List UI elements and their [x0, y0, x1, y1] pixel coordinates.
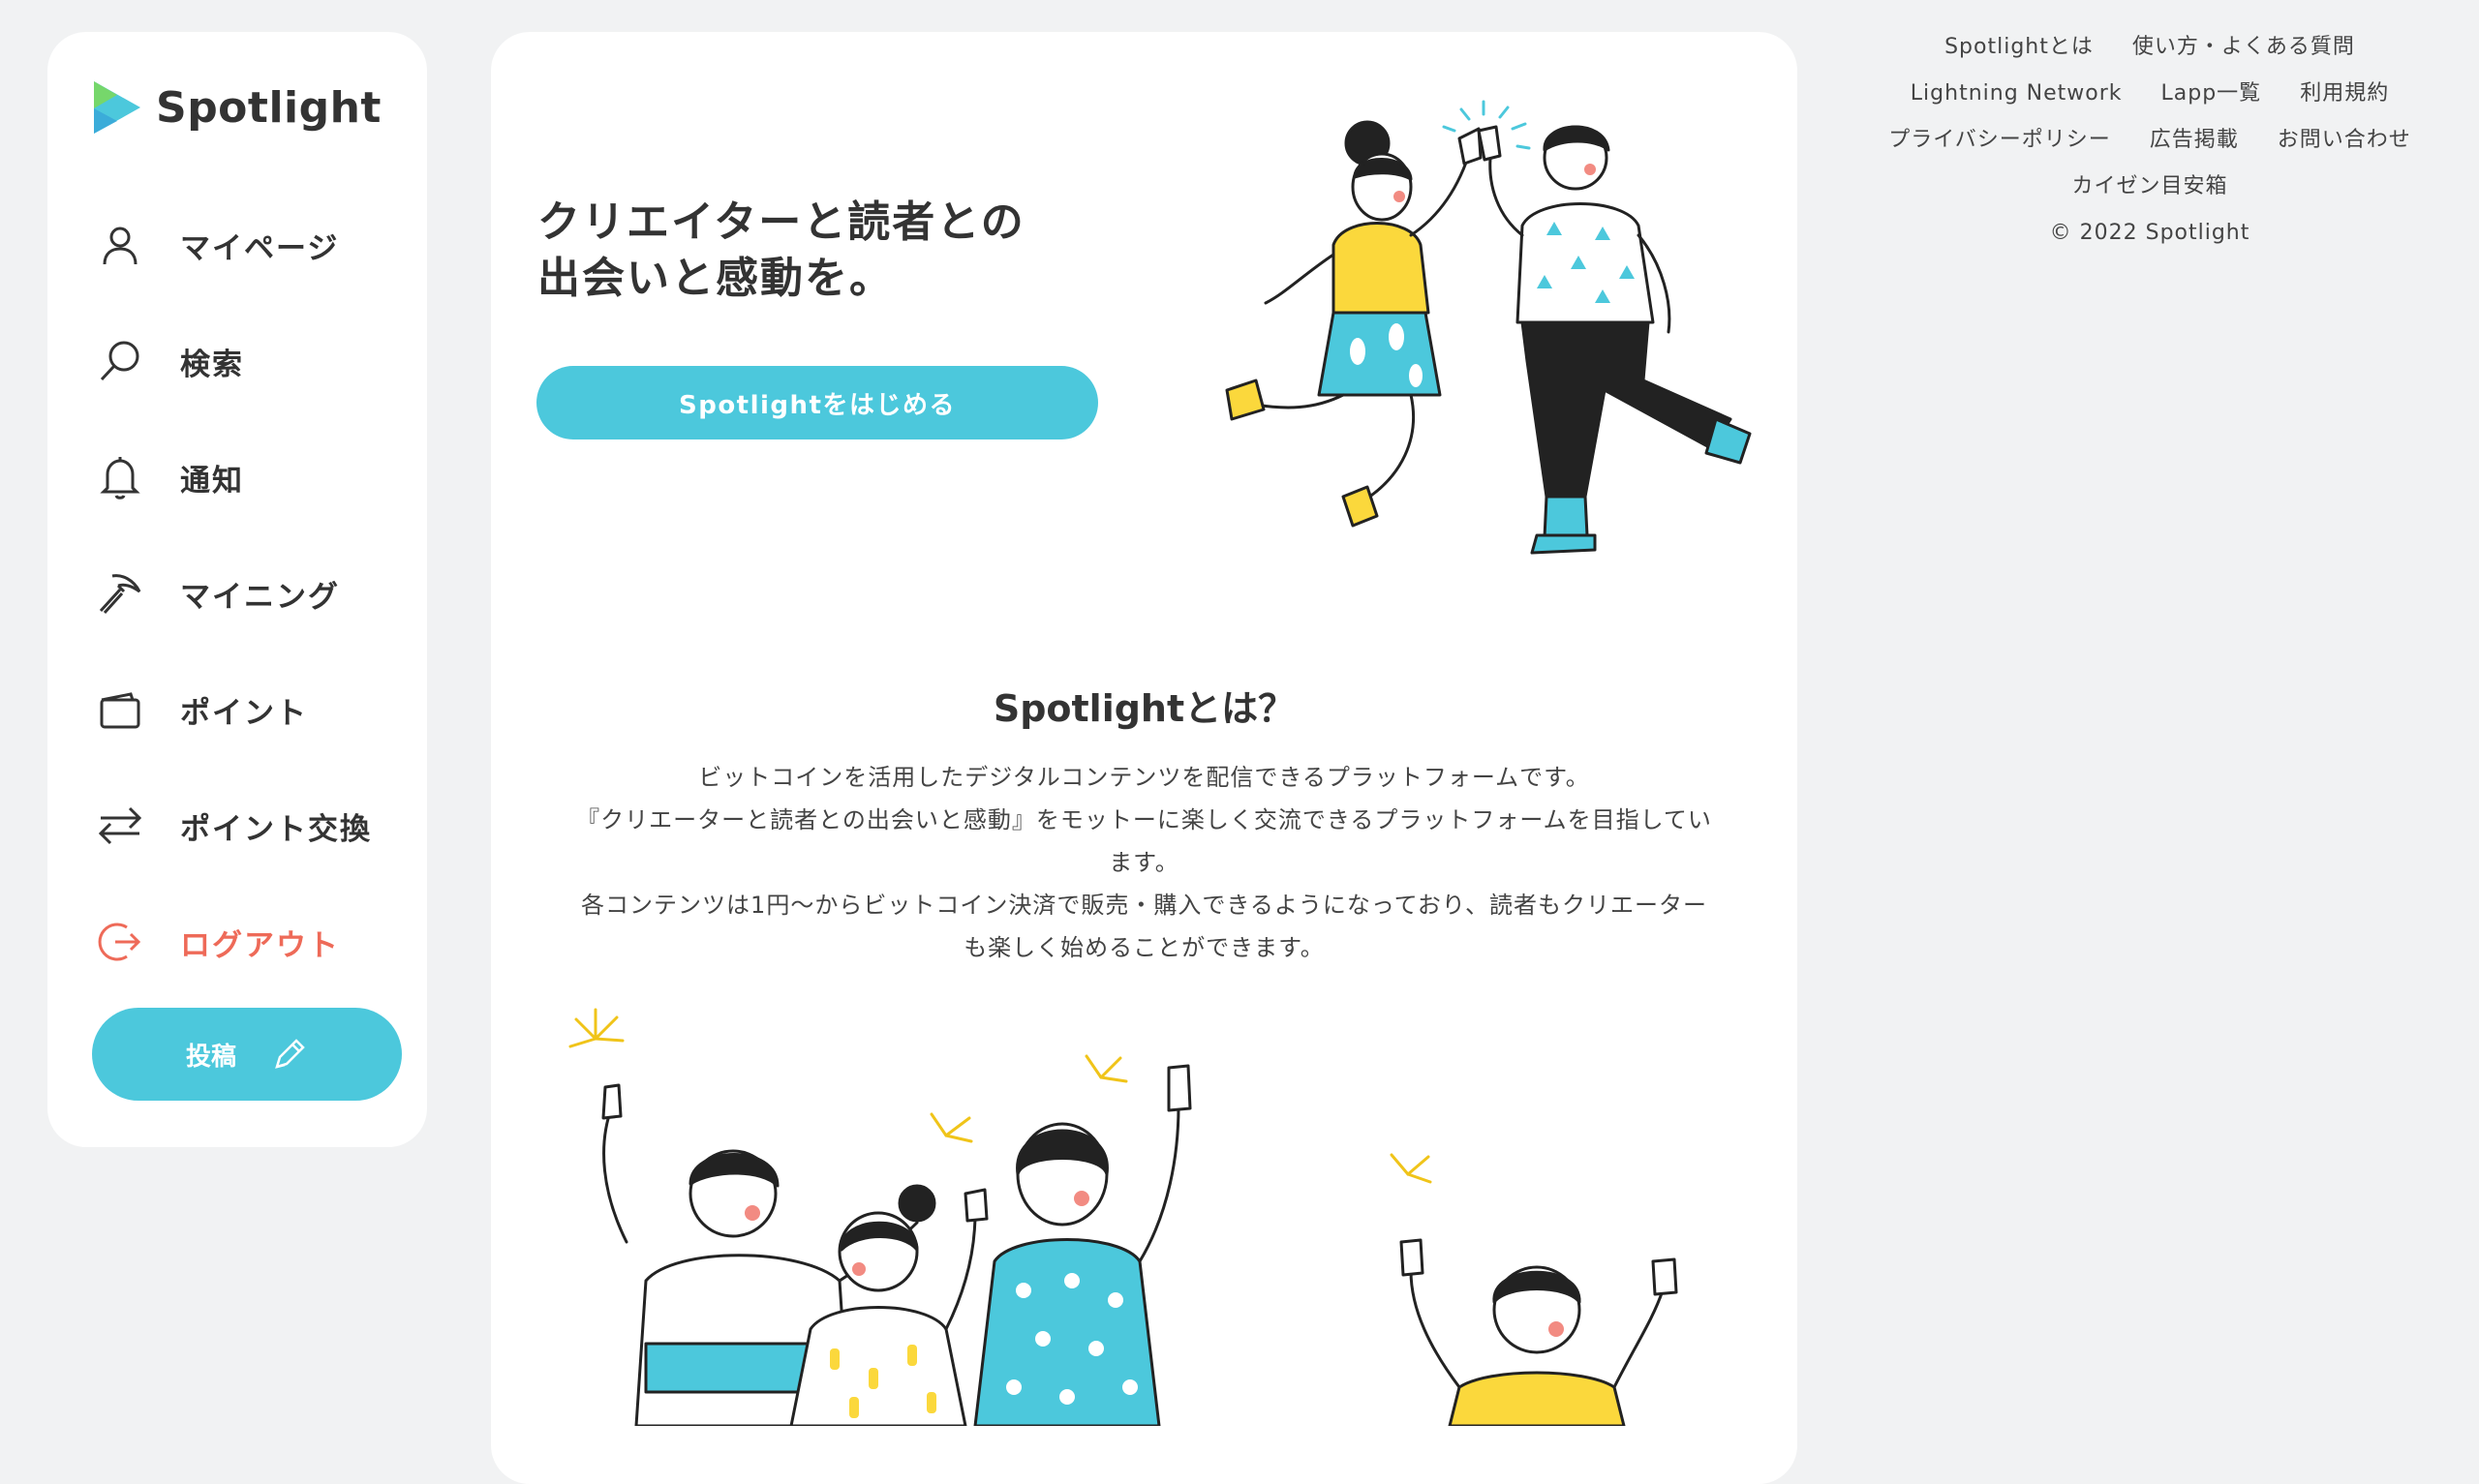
footer-link-ads[interactable]: 広告掲載: [2150, 128, 2239, 152]
about-line: ビットコインを活用したデジタルコンテンツを配信できるプラットフォームです。: [698, 764, 1590, 791]
celebration-illustration: [568, 1008, 1678, 1426]
about-line: 各コンテンツは1円〜からビットコイン決済で販売・購入できるようになっており、読者…: [581, 892, 1707, 919]
hero-title-line1: クリエイターと読者との: [537, 197, 1025, 247]
sidebar-item-label: 検索: [180, 347, 244, 382]
person-icon: [96, 221, 144, 269]
pickaxe-icon: [96, 569, 144, 618]
post-button-label: 投稿: [185, 1042, 236, 1072]
sidebar-item-label: ポイント: [180, 695, 308, 731]
about-line: 『クリエーターと読者との出会いと感動』をモットーに楽しく交流できるプラットフォー…: [576, 806, 1712, 833]
high-five-illustration: [1225, 100, 1752, 555]
main-card: クリエイターと読者との 出会いと感動を。 Spotlightをはじめる Spot…: [491, 32, 1797, 1484]
sidebar-item-mining[interactable]: マイニング: [96, 535, 372, 651]
sidebar-item-label: ポイント交換: [180, 811, 372, 847]
footer-row: © 2022 Spotlight: [1821, 210, 2479, 257]
logo[interactable]: Spotlight: [92, 76, 382, 139]
sidebar-item-mypage[interactable]: マイページ: [96, 187, 372, 303]
sidebar-item-label: ログアウト: [180, 927, 340, 963]
about-description: ビットコインを活用したデジタルコンテンツを配信できるプラットフォームです。 『ク…: [537, 756, 1751, 969]
exchange-icon: [96, 802, 144, 850]
footer-link-privacy[interactable]: プライバシーポリシー: [1888, 128, 2111, 152]
wallet-icon: [96, 685, 144, 734]
bell-icon: [96, 453, 144, 501]
footer-link-faq[interactable]: 使い方・よくある質問: [2132, 35, 2355, 59]
footer-row: Spotlightとは 使い方・よくある質問: [1821, 24, 2479, 71]
sidebar-item-search[interactable]: 検索: [96, 303, 372, 419]
footer-link-terms[interactable]: 利用規約: [2300, 81, 2389, 106]
footer-link-kaizen[interactable]: カイゼン目安箱: [2071, 174, 2227, 198]
about-line: も楽しく始めることができます。: [964, 934, 1325, 961]
sidebar-item-points[interactable]: ポイント: [96, 651, 372, 768]
sidebar: Spotlight マイページ 検索 通知 マイニング ポイント ポイント交換 …: [47, 32, 427, 1147]
sidebar-item-label: 通知: [180, 463, 244, 499]
sidebar-item-logout[interactable]: ログアウト: [96, 884, 372, 1000]
footer-links: Spotlightとは 使い方・よくある質問 Lightning Network…: [1821, 24, 2479, 257]
spotlight-logo-icon: [94, 81, 140, 134]
about-line: ます。: [1109, 849, 1179, 876]
hero-title: クリエイターと読者との 出会いと感動を。: [537, 195, 1025, 307]
sidebar-item-label: マイページ: [180, 230, 340, 266]
sidebar-item-point-exchange[interactable]: ポイント交換: [96, 768, 372, 884]
footer-row: カイゼン目安箱: [1821, 164, 2479, 210]
search-icon: [96, 337, 144, 385]
hero-title-line2: 出会いと感動を。: [537, 254, 894, 303]
start-button[interactable]: Spotlightをはじめる: [536, 366, 1098, 439]
sidebar-item-notifications[interactable]: 通知: [96, 419, 372, 535]
about-title: Spotlightとは？: [993, 687, 1296, 730]
footer-link-lapp[interactable]: Lapp一覧: [2161, 81, 2262, 106]
footer-link-lightning[interactable]: Lightning Network: [1911, 81, 2123, 106]
logo-text: Spotlight: [156, 82, 382, 133]
logout-icon: [96, 918, 144, 966]
post-button[interactable]: 投稿: [92, 1008, 402, 1101]
sidebar-nav: マイページ 検索 通知 マイニング ポイント ポイント交換 ログアウト: [96, 187, 372, 1000]
footer-link-contact[interactable]: お問い合わせ: [2278, 128, 2411, 152]
sidebar-item-label: マイニング: [180, 579, 340, 615]
copyright: © 2022 Spotlight: [2049, 221, 2250, 245]
footer-link-about[interactable]: Spotlightとは: [1944, 35, 2094, 59]
footer-row: プライバシーポリシー 広告掲載 お問い合わせ: [1821, 117, 2479, 164]
footer-row: Lightning Network Lapp一覧 利用規約: [1821, 71, 2479, 117]
pencil-icon: [275, 1039, 305, 1069]
